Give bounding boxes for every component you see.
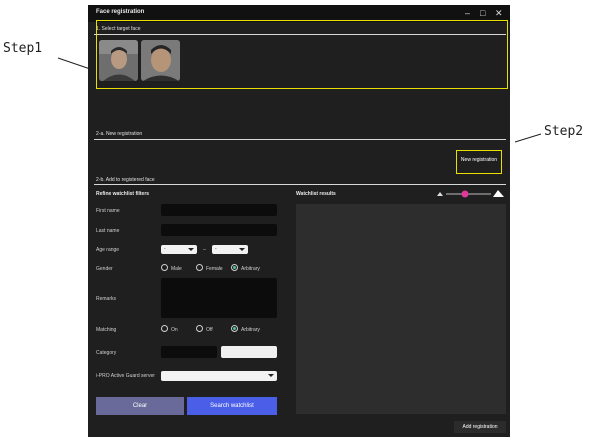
first-name-label: First name (96, 208, 120, 214)
chevron-down-icon (239, 248, 245, 251)
matching-off-label: Off (206, 327, 213, 333)
slider-thumb (461, 190, 469, 198)
maximize-icon[interactable]: □ (480, 7, 485, 19)
minimize-icon[interactable]: – (465, 7, 470, 19)
remarks-field[interactable] (161, 278, 277, 318)
large-mountain-icon (493, 190, 504, 197)
matching-on-radio[interactable] (161, 325, 168, 332)
age-to-value: - (215, 246, 217, 252)
results-title: Watchlist results (296, 191, 336, 197)
gender-arbitrary-label: Arbitrary (241, 266, 260, 272)
age-from-value: - (164, 246, 166, 252)
small-mountain-icon (437, 192, 443, 196)
close-icon[interactable]: ✕ (495, 7, 503, 19)
add-registration-button[interactable]: Add registration (454, 421, 506, 433)
server-select[interactable] (161, 371, 277, 381)
age-from-select[interactable]: - (161, 245, 197, 254)
matching-arbitrary-radio[interactable] (231, 325, 238, 332)
chevron-down-icon (188, 248, 194, 251)
gender-male-radio[interactable] (161, 264, 168, 271)
category-select[interactable] (221, 346, 277, 358)
face-thumbnail[interactable] (99, 40, 138, 81)
remarks-label: Remarks (96, 296, 117, 302)
category-label: Category (96, 350, 117, 356)
results-panel[interactable] (296, 204, 506, 414)
category-field[interactable] (161, 346, 217, 358)
face-registration-window: Face registration – □ ✕ 1. Select target… (88, 5, 510, 437)
age-separator: – (203, 247, 206, 253)
last-name-field[interactable] (161, 224, 277, 236)
size-slider[interactable] (433, 187, 508, 199)
first-name-field[interactable] (161, 204, 277, 216)
new-registration-button[interactable]: New registration (458, 157, 500, 163)
chevron-down-icon (268, 374, 274, 377)
matching-arbitrary-label: Arbitrary (241, 327, 260, 333)
window-title: Face registration (96, 9, 145, 15)
gender-female-label: Female (206, 266, 223, 272)
matching-label: Matching (96, 327, 117, 333)
search-watchlist-button[interactable]: Search watchlist (187, 397, 277, 415)
age-to-select[interactable]: - (212, 245, 248, 254)
matching-off-radio[interactable] (196, 325, 203, 332)
face-thumbnail[interactable] (141, 40, 180, 81)
clear-button[interactable]: Clear (96, 397, 184, 415)
divider (94, 184, 506, 185)
gender-arbitrary-radio[interactable] (231, 264, 238, 271)
last-name-label: Last name (96, 228, 120, 234)
server-label: i-PRO Active Guard server (96, 373, 155, 379)
face-image (99, 40, 138, 81)
step2-label: Step2 (544, 124, 584, 139)
matching-on-label: On (171, 327, 178, 333)
face-image (141, 40, 180, 81)
section-add-registered: 2-b. Add to registered face (96, 177, 155, 183)
filters-title: Refine watchlist filters (96, 191, 150, 197)
gender-label: Gender (96, 266, 113, 272)
gender-female-radio[interactable] (196, 264, 203, 271)
age-range-label: Age range (96, 247, 120, 253)
gender-male-label: Male (171, 266, 182, 272)
divider (94, 139, 506, 140)
section-new-registration: 2-a. New registration (96, 131, 143, 137)
